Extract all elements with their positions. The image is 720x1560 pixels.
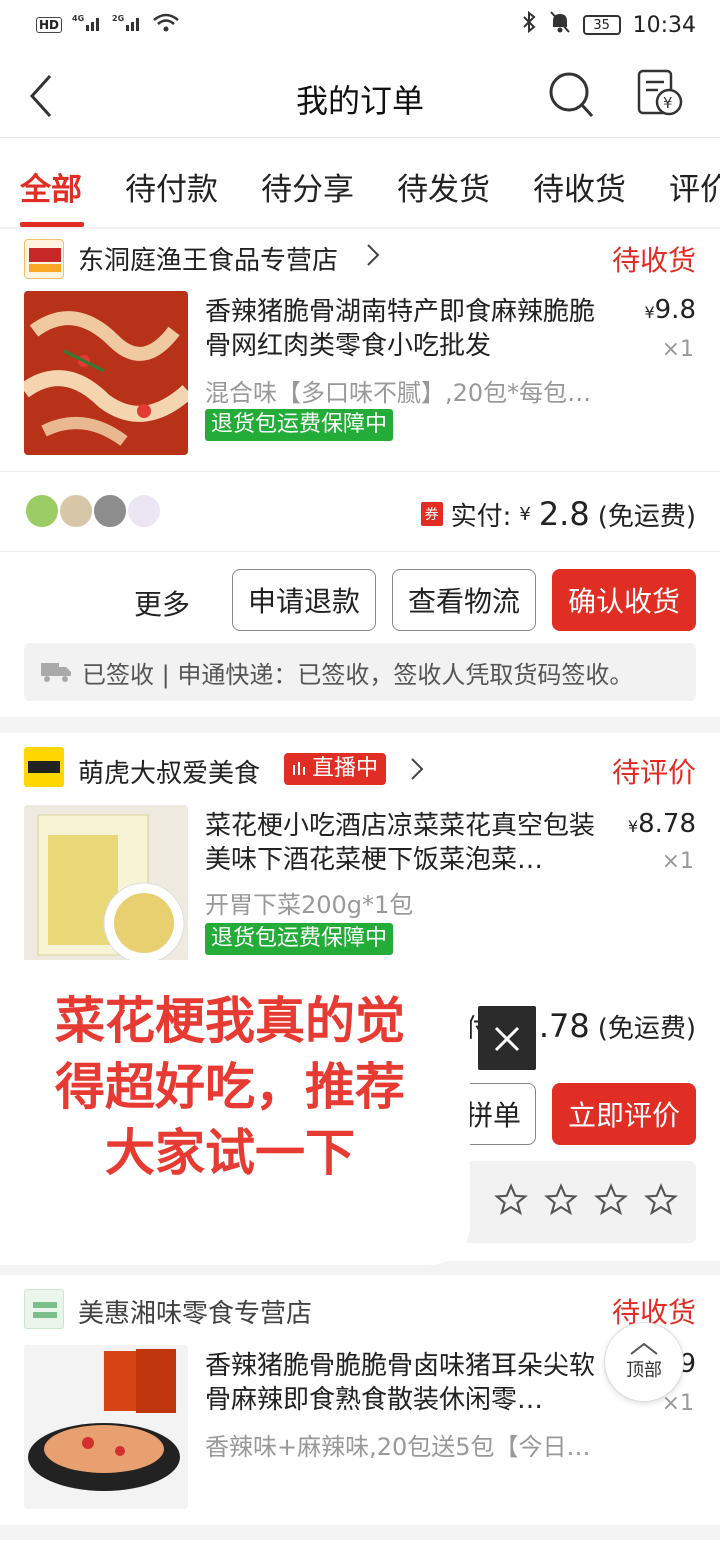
product-qty: ×1 bbox=[661, 849, 694, 874]
clock: 10:34 bbox=[632, 12, 696, 38]
truck-icon bbox=[41, 663, 71, 682]
product-qty: ×1 bbox=[661, 337, 694, 362]
product-spec: 香辣味+麻辣味,20包送5包【今日… bbox=[205, 1433, 591, 1461]
store-logo bbox=[24, 239, 64, 279]
product-spec: 混合味【多口味不腻】,20包*每包… bbox=[205, 379, 592, 407]
svg-text:2G: 2G bbox=[112, 14, 124, 23]
status-right: 35 10:34 bbox=[521, 10, 696, 40]
live-badge[interactable]: 直播中 bbox=[284, 753, 387, 785]
return-shipping-badge: 退货包运费保障中 bbox=[205, 923, 394, 955]
comment-overlay: 菜花梗我真的觉得超好吃，推荐大家试一下 bbox=[0, 960, 470, 1265]
overlay-text: 菜花梗我真的觉得超好吃，推荐大家试一下 bbox=[55, 992, 405, 1182]
live-bars-icon bbox=[293, 762, 305, 775]
logistics-text: 已签收 | 申通快递：已签收，签收人凭取货码签收。 bbox=[82, 660, 634, 689]
tab-review[interactable]: 评价 bbox=[669, 164, 720, 209]
status-left: HD 4G 2G bbox=[36, 12, 180, 38]
chevron-right-icon[interactable] bbox=[366, 243, 380, 271]
star-rating[interactable] bbox=[494, 1183, 678, 1217]
tab-pending-receipt[interactable]: 待收货 bbox=[533, 164, 626, 209]
svg-text:¥: ¥ bbox=[663, 94, 673, 112]
chevron-up-icon bbox=[630, 1342, 658, 1355]
order-tabs: 全部 待付款 待分享 待发货 待收货 评价 bbox=[0, 138, 720, 228]
mute-bell-icon bbox=[549, 10, 571, 40]
tab-pending-payment[interactable]: 待付款 bbox=[125, 164, 218, 209]
2g-signal-icon: 2G bbox=[112, 13, 142, 37]
divider bbox=[0, 471, 720, 472]
avatar bbox=[58, 493, 94, 529]
divider bbox=[0, 551, 720, 552]
product-spec: 开胃下菜200g*1包 bbox=[205, 891, 414, 919]
store-name[interactable]: 萌虎大叔爱美食 bbox=[78, 753, 260, 790]
product-image[interactable] bbox=[24, 1345, 188, 1509]
chevron-right-icon[interactable] bbox=[410, 757, 424, 785]
bill-icon: ¥ bbox=[637, 69, 683, 116]
product-price: ¥9.8 bbox=[644, 295, 696, 325]
star-icon[interactable] bbox=[594, 1183, 628, 1217]
tab-all[interactable]: 全部 bbox=[20, 164, 82, 209]
group-avatars[interactable] bbox=[24, 493, 162, 529]
wifi-icon bbox=[152, 12, 180, 38]
store-name[interactable]: 东洞庭渔王食品专营店 bbox=[78, 240, 338, 277]
request-refund-button[interactable]: 申请退款 bbox=[232, 569, 376, 631]
star-icon[interactable] bbox=[494, 1183, 528, 1217]
paid-amount: 券 实付: ¥ 2.8 (免运费) bbox=[420, 495, 696, 533]
star-icon[interactable] bbox=[644, 1183, 678, 1217]
tab-pending-share[interactable]: 待分享 bbox=[261, 164, 354, 209]
bluetooth-icon bbox=[521, 10, 537, 40]
return-shipping-badge: 退货包运费保障中 bbox=[205, 409, 394, 441]
more-button[interactable]: 更多 bbox=[134, 583, 190, 623]
search-icon bbox=[549, 72, 594, 118]
logistics-bar[interactable]: 已签收 | 申通快递：已签收，签收人凭取货码签收。 bbox=[24, 643, 696, 701]
product-title[interactable]: 香辣猪脆骨脆脆骨卤味猪耳朵尖软骨麻辣即食熟食散装休闲零… bbox=[205, 1349, 605, 1417]
status-bar: HD 4G 2G 35 10:34 bbox=[0, 0, 720, 52]
star-icon[interactable] bbox=[544, 1183, 578, 1217]
page-title: 我的订单 bbox=[295, 82, 424, 120]
tab-pending-shipment[interactable]: 待发货 bbox=[397, 164, 490, 209]
order-card: 美惠湘味零食专营店 待收货 香辣猪脆骨脆脆骨卤味猪耳朵尖软骨麻辣即食熟食散装休闲… bbox=[0, 1275, 720, 1525]
search-button[interactable] bbox=[548, 70, 596, 124]
battery-icon: 35 bbox=[582, 15, 621, 35]
product-image[interactable] bbox=[24, 291, 188, 455]
tab-indicator bbox=[20, 222, 84, 227]
confirm-receipt-button[interactable]: 确认收货 bbox=[552, 569, 696, 631]
hd-icon: HD bbox=[36, 17, 63, 33]
back-to-top-button[interactable]: 顶部 bbox=[604, 1322, 684, 1402]
order-card bbox=[0, 1540, 720, 1560]
store-name[interactable]: 美惠湘味零食专营店 bbox=[78, 1293, 312, 1330]
product-image[interactable] bbox=[24, 805, 188, 969]
bill-button[interactable]: ¥ bbox=[636, 68, 684, 122]
back-to-top-label: 顶部 bbox=[626, 1360, 662, 1381]
close-button[interactable] bbox=[478, 1006, 536, 1070]
header: 我的订单 ¥ bbox=[0, 52, 720, 138]
avatar bbox=[24, 493, 60, 529]
store-logo bbox=[24, 1289, 64, 1329]
coupon-icon: 券 bbox=[420, 502, 443, 526]
4g-signal-icon: 4G bbox=[72, 13, 102, 37]
review-now-button[interactable]: 立即评价 bbox=[552, 1083, 696, 1145]
view-logistics-button[interactable]: 查看物流 bbox=[392, 569, 536, 631]
product-title[interactable]: 香辣猪脆骨湖南特产即食麻辣脆脆骨网红肉类零食小吃批发 bbox=[205, 295, 605, 363]
product-price: ¥8.78 bbox=[627, 809, 696, 839]
order-status: 待收货 bbox=[611, 244, 696, 277]
order-status: 待评价 bbox=[611, 756, 696, 789]
svg-text:4G: 4G bbox=[72, 14, 84, 23]
close-icon bbox=[494, 1026, 520, 1052]
product-title[interactable]: 菜花梗小吃酒店凉菜菜花真空包装美味下酒花菜梗下饭菜泡菜… bbox=[205, 809, 605, 877]
order-card: 东洞庭渔王食品专营店 待收货 香辣猪脆骨湖南特产即食麻辣脆脆骨网红肉类零食小吃批… bbox=[0, 229, 720, 717]
avatar bbox=[92, 493, 128, 529]
store-logo bbox=[24, 747, 64, 787]
avatar bbox=[126, 493, 162, 529]
